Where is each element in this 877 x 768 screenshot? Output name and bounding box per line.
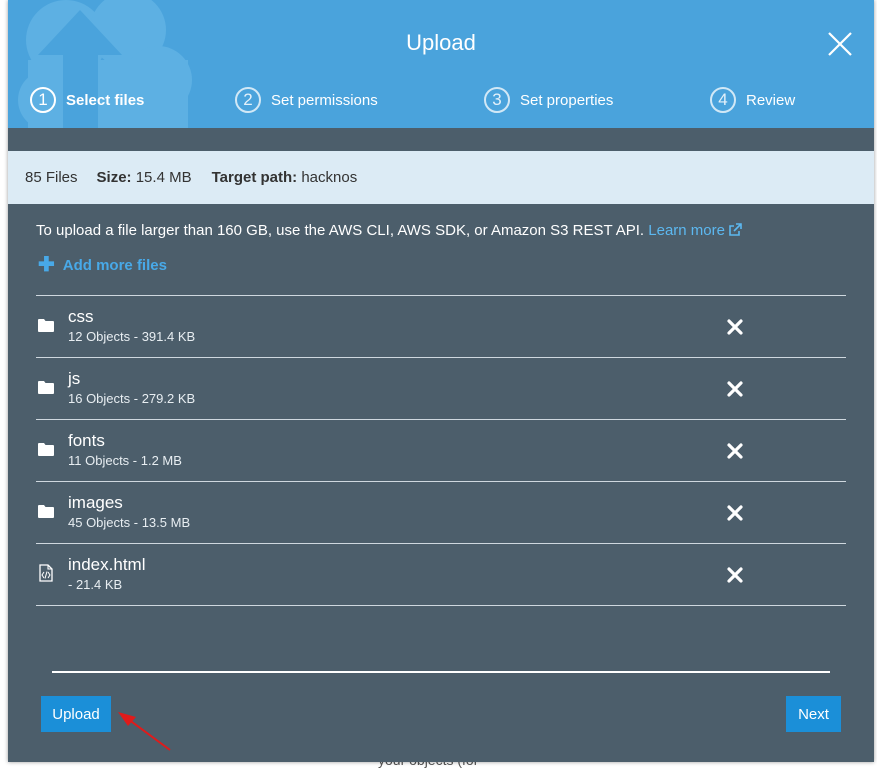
upload-dialog: Upload 1 Select files 2 Set permissions … [8,0,874,762]
remove-icon[interactable] [727,381,743,397]
plus-icon: ✚ [38,254,55,276]
add-more-files-button[interactable]: ✚ Add more files [38,254,167,276]
target-path-summary: Target path: hacknos [212,169,358,186]
file-name: css [68,307,94,326]
upload-button[interactable]: Upload [41,696,111,732]
step-set-properties[interactable]: 3 Set properties [484,86,613,114]
step-set-permissions[interactable]: 2 Set permissions [235,86,378,114]
file-meta: 16 Objects - 279.2 KB [68,391,196,406]
learn-more-link[interactable]: Learn more [648,222,742,239]
size-label: Size: [96,169,132,186]
header-spacer [8,128,874,151]
step-label: Set properties [520,91,614,109]
step-label: Set permissions [271,91,378,109]
list-item: images 45 Objects - 13.5 MB [36,482,846,544]
step-select-files[interactable]: 1 Select files [30,86,144,114]
add-more-label: Add more files [62,256,167,274]
step-number: 1 [30,87,56,113]
target-path-label: Target path: [211,169,298,186]
notice-text: To upload a file larger than 160 GB, use… [36,222,645,239]
list-item: index.html - 21.4 KB [36,544,846,606]
external-link-icon [729,223,742,236]
remove-icon[interactable] [727,505,743,521]
folder-icon [38,319,54,332]
file-meta: 45 Objects - 13.5 MB [68,515,191,530]
list-item: css 12 Objects - 391.4 KB [36,296,846,358]
folder-icon [38,381,54,394]
upload-size-notice: To upload a file larger than 160 GB, use… [36,222,742,239]
list-item: js 16 Objects - 279.2 KB [36,358,846,420]
target-path-value: hacknos [301,169,358,186]
close-icon[interactable] [826,30,854,58]
file-name: index.html [68,555,146,574]
file-meta: 12 Objects - 391.4 KB [68,329,196,344]
list-item: fonts 11 Objects - 1.2 MB [36,420,846,482]
annotation-arrow-icon [118,712,171,751]
step-review[interactable]: 4 Review [710,86,795,114]
footer-divider [52,671,830,673]
dialog-header: Upload 1 Select files 2 Set permissions … [8,0,874,128]
code-file-icon [39,564,53,582]
learn-more-label: Learn more [648,222,725,239]
file-name: images [68,493,123,512]
step-label: Review [746,91,796,109]
folder-icon [38,443,54,456]
file-meta: 11 Objects - 1.2 MB [68,453,182,468]
file-name: js [68,369,81,388]
file-list: css 12 Objects - 391.4 KB js 16 Objects … [36,295,846,606]
folder-icon [38,505,54,518]
next-button[interactable]: Next [786,696,841,732]
step-number: 3 [484,87,510,113]
remove-icon[interactable] [727,567,743,583]
file-meta: - 21.4 KB [68,577,123,592]
upload-summary: 85 Files Size: 15.4 MB Target path: hack… [8,151,874,204]
dialog-title: Upload [406,30,476,55]
size-value: 15.4 MB [135,169,192,186]
remove-icon[interactable] [727,319,743,335]
file-count: 85 Files [25,169,78,186]
step-number: 4 [710,87,736,113]
step-number: 2 [235,87,261,113]
step-label: Select files [66,91,145,109]
remove-icon[interactable] [727,443,743,459]
file-name: fonts [68,431,105,450]
size-summary: Size: 15.4 MB [97,169,192,186]
